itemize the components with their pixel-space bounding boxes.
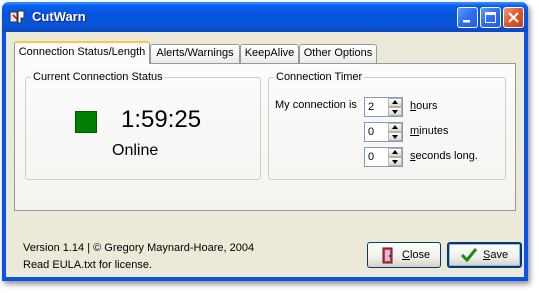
window-title: CutWarn — [32, 9, 86, 24]
minutes-up-arrow-icon[interactable] — [388, 123, 402, 132]
minutes-value[interactable]: 0 — [368, 125, 374, 139]
close-button-label: Close — [402, 249, 431, 261]
title-bar[interactable]: CutWarn — [2, 2, 528, 32]
tab-label: Alerts/Warnings — [156, 47, 234, 59]
seconds-up-arrow-icon[interactable] — [388, 148, 402, 157]
connection-time: 1:59:25 — [121, 106, 202, 133]
tab-label: Connection Status/Length — [18, 46, 146, 58]
checkmark-icon — [460, 248, 478, 263]
hours-value[interactable]: 2 — [368, 100, 374, 114]
close-button[interactable]: Close — [367, 242, 441, 268]
tab-panel-connection: Current Connection Status 1:59:25 Online… — [14, 63, 516, 211]
seconds-spinner[interactable]: 0 — [364, 147, 403, 167]
tab-other-options[interactable]: Other Options — [299, 44, 377, 63]
license-text: Read EULA.txt for license. — [23, 259, 153, 271]
maximize-icon — [485, 12, 496, 23]
tab-label: KeepAlive — [244, 47, 295, 59]
close-window-button[interactable] — [503, 7, 524, 28]
save-button-label: Save — [483, 249, 509, 261]
close-icon — [508, 12, 519, 23]
timer-prefix-label: My connection is — [275, 99, 357, 111]
app-icon — [9, 10, 25, 24]
group-title: Current Connection Status — [31, 71, 165, 83]
save-button[interactable]: Save — [447, 242, 522, 268]
connection-state: Online — [112, 142, 159, 159]
current-connection-status-group: Current Connection Status 1:59:25 Online — [25, 71, 261, 180]
seconds-value[interactable]: 0 — [368, 150, 374, 164]
tab-alerts-warnings[interactable]: Alerts/Warnings — [150, 44, 240, 63]
window-client-area: Connection Status/Length Alerts/Warnings… — [6, 32, 524, 277]
hours-up-arrow-icon[interactable] — [388, 98, 402, 107]
seconds-label: seconds long. — [410, 150, 478, 162]
version-text: Version 1.14 | © Gregory Maynard-Hoare, … — [23, 242, 255, 254]
hours-label: hours — [410, 100, 438, 112]
minutes-down-arrow-icon[interactable] — [388, 132, 402, 141]
minimize-icon — [463, 20, 470, 23]
minimize-button[interactable] — [457, 7, 478, 28]
minutes-label: minutes — [410, 125, 449, 137]
cutwarn-window: CutWarn Connection Status/Length Alerts/… — [2, 2, 528, 281]
hours-down-arrow-icon[interactable] — [388, 107, 402, 116]
connection-status-indicator — [75, 111, 97, 133]
minutes-spinner[interactable]: 0 — [364, 122, 403, 142]
group-title: Connection Timer — [274, 71, 365, 83]
connection-timer-group: Connection Timer My connection is 2 hour… — [268, 71, 506, 180]
hours-spinner[interactable]: 2 — [364, 97, 403, 117]
tab-keepalive[interactable]: KeepAlive — [240, 44, 299, 63]
door-icon — [382, 247, 393, 264]
tab-label: Other Options — [303, 47, 373, 59]
maximize-button[interactable] — [480, 7, 501, 28]
tab-connection-status-length[interactable]: Connection Status/Length — [14, 41, 150, 64]
seconds-down-arrow-icon[interactable] — [388, 157, 402, 166]
